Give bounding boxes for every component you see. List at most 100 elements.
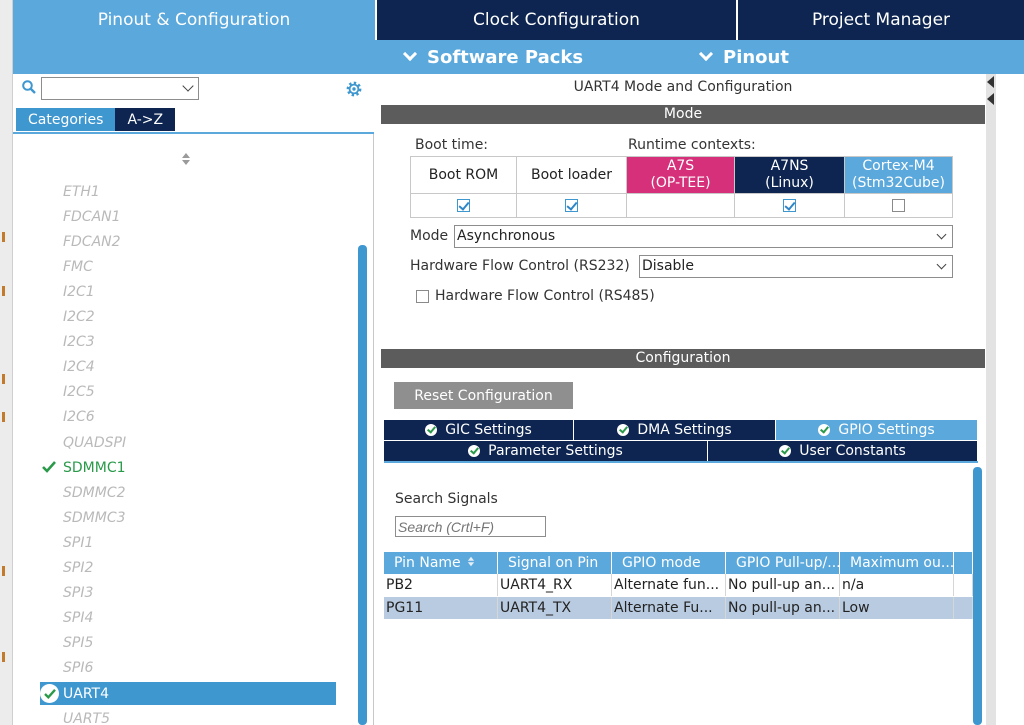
mode-select[interactable]: Asynchronous: [454, 225, 953, 248]
column-header[interactable]: Signal on Pin: [498, 552, 612, 574]
list-item[interactable]: SDMMC3: [40, 506, 336, 529]
column-header[interactable]: GPIO mode: [612, 552, 726, 574]
check-circle-icon: [617, 424, 630, 436]
table-row[interactable]: PB2 UART4_RX Alternate fun... No pull-up an…: [384, 574, 973, 596]
list-item[interactable]: SPI1: [40, 531, 336, 554]
sort-icon[interactable]: [181, 152, 191, 166]
list-item-label: I2C3: [63, 334, 95, 351]
tab-dma-settings[interactable]: DMA Settings: [574, 420, 776, 440]
list-item-label: I2C5: [63, 384, 95, 401]
check-circle-icon: [40, 684, 59, 703]
list-item[interactable]: UART5: [40, 707, 336, 725]
table-cell: No pull-up an...: [726, 574, 840, 596]
tab-categories[interactable]: Categories: [16, 108, 116, 131]
check-circle-icon: [468, 445, 481, 457]
list-item-label: SPI1: [63, 534, 94, 551]
context-subname: (OP-TEE): [650, 175, 711, 191]
list-item[interactable]: FMC: [40, 255, 336, 278]
chevron-down-icon: [402, 46, 418, 62]
list-item-label: QUADSPI: [63, 434, 127, 451]
list-item[interactable]: FDCAN1: [40, 205, 336, 228]
chevron-down-icon: [936, 259, 947, 270]
list-item[interactable]: QUADSPI: [40, 431, 336, 454]
mode-configuration-panel: UART4 Mode and Configuration Mode Boot t…: [379, 74, 987, 725]
list-item[interactable]: SPI3: [40, 582, 336, 605]
tab-gpio-settings[interactable]: GPIO Settings: [776, 420, 978, 440]
list-item[interactable]: I2C1: [40, 280, 336, 303]
list-item[interactable]: I2C4: [40, 356, 336, 379]
list-item[interactable]: SPI5: [40, 632, 336, 655]
list-item-label: ETH1: [63, 183, 100, 200]
runtime-contexts-table: Boot ROM Boot loader A7S (OP-TEE) A7NS (Linux…: [410, 156, 953, 218]
tab-gic-settings[interactable]: GIC Settings: [384, 420, 574, 440]
list-item[interactable]: I2C6: [40, 406, 336, 429]
list-item-label: FDCAN2: [63, 233, 121, 250]
reset-configuration-button[interactable]: Reset Configuration: [394, 382, 573, 409]
list-item[interactable]: FDCAN2: [40, 230, 336, 253]
mode-section-header: Mode: [381, 105, 985, 124]
check-icon: [42, 461, 56, 473]
list-item[interactable]: SDMMC1: [40, 456, 336, 479]
gear-icon[interactable]: [344, 79, 364, 99]
context-header: A7S (OP-TEE): [626, 156, 735, 194]
context-subname: (Linux): [765, 175, 814, 191]
boot-time-label: Boot time:: [415, 137, 489, 153]
list-item[interactable]: SDMMC2: [40, 481, 336, 504]
hfc-rs485-label: Hardware Flow Control (RS485): [435, 288, 655, 304]
column-header-label: Signal on Pin: [508, 555, 599, 571]
right-strip: [996, 74, 1024, 725]
column-header: [954, 552, 973, 574]
column-header[interactable]: Pin Name: [384, 552, 498, 574]
context-header: Boot ROM: [410, 156, 517, 194]
context-name: A7NS: [770, 158, 809, 174]
table-row[interactable]: PG11 UART4_TX Alternate Fu... No pull-up an…: [384, 597, 973, 619]
software-packs-label: Software Packs: [427, 46, 584, 68]
tab-user-constants[interactable]: User Constants: [708, 441, 978, 461]
list-item[interactable]: I2C5: [40, 381, 336, 404]
list-item-label: FDCAN1: [63, 208, 121, 225]
table-cell: UART4_RX: [498, 574, 612, 596]
column-header-label: GPIO mode: [622, 555, 701, 571]
search-signals-input[interactable]: [395, 516, 546, 537]
hfc-rs485-checkbox[interactable]: [416, 290, 429, 303]
list-item[interactable]: SPI2: [40, 557, 336, 580]
context-checkbox[interactable]: [457, 199, 470, 212]
table-cell: Alternate Fu...: [612, 597, 726, 619]
tab-parameter-settings[interactable]: Parameter Settings: [384, 441, 708, 461]
config-scrollbar[interactable]: [973, 467, 982, 725]
context-subname: (Stm32Cube): [852, 175, 945, 191]
tab-pinout-configuration[interactable]: Pinout & Configuration: [13, 0, 375, 40]
context-checkbox-cell: [734, 193, 845, 218]
column-header[interactable]: GPIO Pull-up/...: [726, 552, 840, 574]
software-packs-menu[interactable]: Software Packs: [402, 40, 584, 74]
context-checkbox[interactable]: [783, 199, 796, 212]
mode-label: Mode: [410, 228, 449, 244]
tab-project-manager[interactable]: Project Manager: [736, 0, 1024, 40]
column-header[interactable]: Maximum ou...: [840, 552, 954, 574]
check-circle-icon: [779, 445, 792, 457]
hfc-rs232-label: Hardware Flow Control (RS232): [410, 258, 630, 274]
list-item[interactable]: SPI6: [40, 657, 336, 680]
column-header-label: Pin Name: [394, 555, 461, 571]
list-item-label: I2C2: [63, 309, 95, 325]
context-checkbox[interactable]: [565, 199, 578, 212]
list-item[interactable]: SPI4: [40, 607, 336, 630]
table-header-row: Pin Name Signal on Pin GPIO mode GPIO Pull-…: [384, 552, 973, 574]
list-item[interactable]: UART4: [40, 682, 336, 705]
tab-a-to-z[interactable]: A->Z: [115, 108, 176, 131]
panel-splitter[interactable]: [986, 74, 996, 725]
list-item[interactable]: I2C2: [40, 306, 336, 329]
list-item[interactable]: ETH1: [40, 180, 336, 203]
column-header-label: GPIO Pull-up/...: [736, 555, 840, 571]
context-checkbox[interactable]: [892, 199, 905, 212]
tab-clock-configuration[interactable]: Clock Configuration: [375, 0, 736, 40]
context-header: Cortex-M4 (Stm32Cube): [844, 156, 953, 194]
chevron-down-icon: [698, 46, 714, 62]
table-cell: Alternate fun...: [612, 574, 726, 596]
hfc-rs232-select[interactable]: Disable: [639, 255, 953, 278]
list-item[interactable]: I2C3: [40, 331, 336, 354]
search-combo[interactable]: [41, 77, 199, 100]
category-list-scrollbar[interactable]: [358, 245, 367, 725]
pinout-menu[interactable]: Pinout: [698, 40, 789, 74]
chevron-down-icon: [936, 229, 947, 240]
